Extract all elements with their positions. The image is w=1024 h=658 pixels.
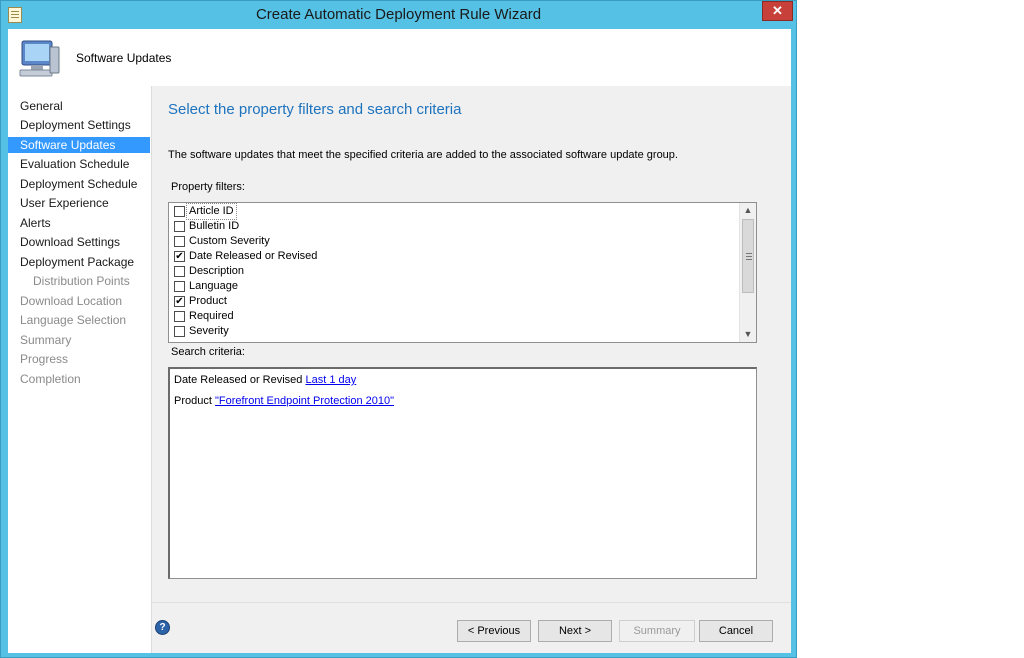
cancel-button[interactable]: Cancel (699, 620, 773, 642)
wizard-header: Software Updates (8, 29, 791, 86)
help-icon[interactable]: ? (155, 620, 170, 635)
filters-scrollbar[interactable]: ▲ ▼ (739, 203, 756, 342)
nav-item-deployment-schedule: Deployment Schedule (20, 177, 138, 191)
scroll-thumb[interactable] (742, 219, 754, 293)
checkbox[interactable] (174, 281, 185, 292)
wizard-navigation: General Deployment Settings Software Upd… (8, 86, 151, 653)
grip-icon (746, 253, 752, 254)
filter-label: Required (189, 310, 234, 322)
nav-item-language-selection: Language Selection (20, 313, 127, 327)
search-criteria-label: Search criteria: (171, 346, 245, 358)
nav-item-progress: Progress (20, 352, 69, 366)
filter-label: Date Released or Revised (189, 250, 318, 262)
page-title: Select the property filters and search c… (168, 101, 462, 118)
wizard-window: Create Automatic Deployment Rule Wizard … (0, 0, 797, 658)
window-title: Create Automatic Deployment Rule Wizard (255, 6, 542, 23)
criteria-prefix: Product (174, 395, 215, 407)
scroll-down-arrow-icon[interactable]: ▼ (740, 327, 756, 342)
nav-item-evaluation-schedule: Evaluation Schedule (20, 157, 130, 171)
criteria-line-date: Date Released or Revised Last 1 day (174, 374, 356, 386)
summary-button[interactable]: Summary (619, 620, 695, 642)
next-button[interactable]: Next > (538, 620, 612, 642)
close-button[interactable]: ✕ (762, 1, 793, 21)
checkbox-checked[interactable]: ✔ (174, 251, 185, 262)
property-filters-list[interactable]: Article ID Bulletin ID Custom Severity ✔… (168, 202, 757, 343)
nav-item-general: General (20, 99, 63, 113)
checkbox-checked[interactable]: ✔ (174, 296, 185, 307)
criteria-line-product: Product "Forefront Endpoint Protection 2… (174, 395, 394, 407)
wizard-client-area: Software Updates General Deployment Sett… (8, 29, 791, 653)
title-bar[interactable]: Create Automatic Deployment Rule Wizard … (1, 1, 796, 29)
criteria-prefix: Date Released or Revised (174, 374, 306, 386)
nav-item-deployment-package: Deployment Package (20, 255, 135, 269)
footer-separator (152, 602, 791, 603)
nav-item-software-updates: Software Updates (8, 137, 150, 153)
filter-label: Bulletin ID (189, 220, 240, 232)
header-title: Software Updates (76, 51, 172, 65)
criteria-link-last-1-day[interactable]: Last 1 day (305, 374, 356, 386)
filter-label: Product (189, 295, 227, 307)
computer-icon (19, 40, 60, 77)
nav-item-distribution-points: Distribution Points (33, 274, 130, 288)
checkbox[interactable] (174, 236, 185, 247)
nav-item-summary: Summary (20, 333, 72, 347)
checkbox[interactable] (174, 266, 185, 277)
nav-divider (151, 86, 152, 653)
checkbox[interactable] (174, 311, 185, 322)
scroll-up-arrow-icon[interactable]: ▲ (740, 203, 756, 218)
filter-label: Article ID (186, 203, 237, 220)
property-filters-label: Property filters: (171, 181, 245, 193)
nav-item-alerts: Alerts (20, 216, 51, 230)
filter-label: Severity (189, 325, 229, 337)
checkbox[interactable] (174, 221, 185, 232)
nav-item-download-settings: Download Settings (20, 235, 121, 249)
filter-label: Language (189, 280, 238, 292)
nav-item-deployment-settings: Deployment Settings (20, 118, 131, 132)
checkbox[interactable] (174, 326, 185, 337)
nav-item-download-location: Download Location (20, 294, 123, 308)
filter-label: Custom Severity (189, 235, 270, 247)
previous-button[interactable]: < Previous (457, 620, 531, 642)
page-description: The software updates that meet the speci… (168, 149, 678, 161)
criteria-link-product[interactable]: "Forefront Endpoint Protection 2010" (215, 395, 394, 407)
nav-item-user-experience: User Experience (20, 196, 109, 210)
nav-item-completion: Completion (20, 372, 81, 386)
filter-label: Description (189, 265, 245, 277)
checkbox[interactable] (174, 206, 185, 217)
search-criteria-box: Date Released or Revised Last 1 day Prod… (168, 367, 757, 579)
